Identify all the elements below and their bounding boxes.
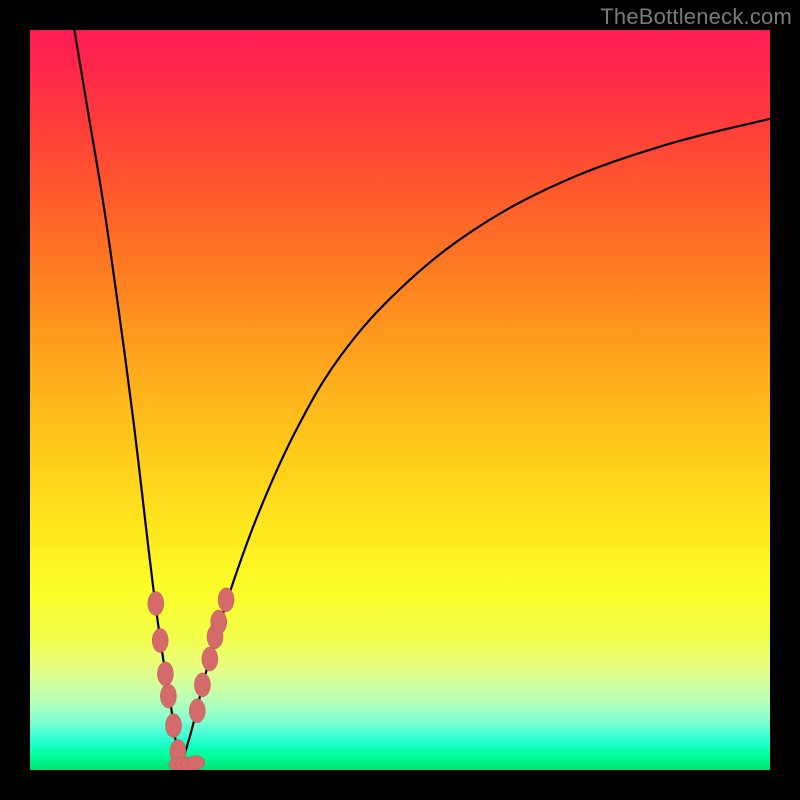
data-marker (202, 647, 218, 671)
data-marker (148, 592, 164, 616)
chart-frame: TheBottleneck.com (0, 0, 800, 800)
curve-layer (30, 30, 770, 770)
curve-right-branch (182, 119, 770, 764)
data-markers-foot (169, 756, 205, 770)
data-marker (194, 673, 210, 697)
curve-left-branch (74, 30, 181, 764)
watermark-text: TheBottleneck.com (600, 4, 792, 30)
data-marker (152, 629, 168, 653)
plot-area (30, 30, 770, 770)
data-marker (157, 662, 173, 686)
data-marker-foot (187, 756, 205, 770)
data-marker (218, 588, 234, 612)
data-marker (166, 714, 182, 738)
data-markers (148, 588, 234, 764)
data-marker (211, 610, 227, 634)
data-marker (189, 699, 205, 723)
data-marker (160, 684, 176, 708)
